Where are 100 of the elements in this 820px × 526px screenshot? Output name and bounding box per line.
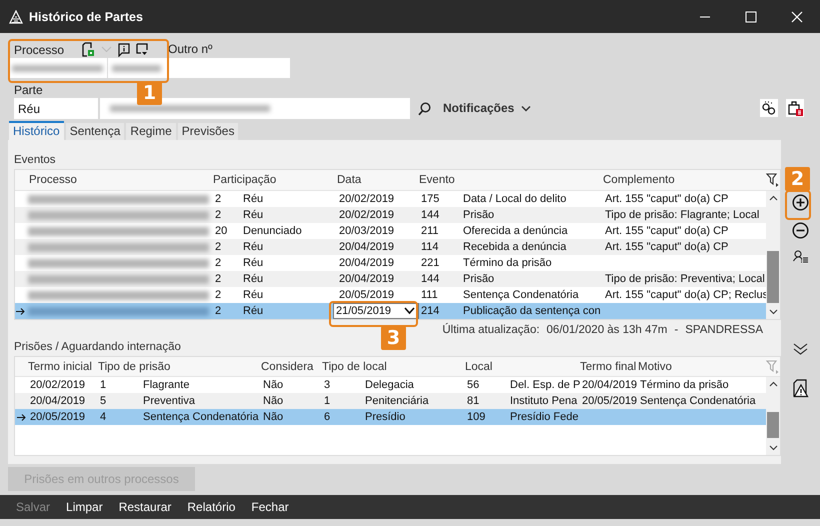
table-cell-text: 2 (214, 209, 222, 221)
table-cell-text: 20/04/2019 (338, 257, 396, 269)
column-header[interactable]: Tipo de local (322, 360, 465, 372)
table-row[interactable]: 2 Réu 20/04/2019 114 Recebida a denúncia Art. 155 "caput" do(a) CP (15, 239, 766, 255)
table-cell-text: Data / Local do delito (462, 193, 568, 205)
table-cell-text: 109 (466, 411, 486, 423)
table-cell-text: Tipo de prisão: Preventiva; Local (604, 273, 766, 285)
table-cell-text: 2 (214, 257, 222, 269)
table-cell-text: 1 (323, 395, 332, 407)
table-cell-text: 114 (420, 241, 440, 253)
table-cell-text: Tipo de prisão: Flagrante; Local (604, 209, 760, 221)
table-cell-text: Publicação da sentença con (462, 305, 602, 317)
table-cell-text: 20/02/2019 (338, 209, 396, 221)
table-cell-text: 20/04/2019 (581, 379, 638, 391)
callout-badge: 2 (785, 167, 810, 191)
status-text: 06/01/2020 às 13h 47m (546, 324, 668, 338)
column-header[interactable]: Termo final (580, 360, 638, 372)
table-cell-text: Art. 155 "caput" do(a) CP (604, 193, 730, 205)
field-label: Parte (13, 82, 44, 98)
input-field[interactable]: Réu (14, 98, 98, 119)
window-title: Histórico de Partes (29, 10, 144, 24)
table-cell-text: Não (262, 395, 284, 407)
column-header[interactable]: Participação (213, 174, 337, 186)
table-cell-text: 2 (214, 305, 222, 317)
column-header[interactable]: Data (337, 174, 419, 186)
column-header[interactable]: Considera (261, 360, 322, 372)
table-cell-text: 2 (214, 193, 222, 205)
table-row[interactable]: 20/02/2019 1 Flagrante Não 3 Delegacia 56 Del. Esp. de P 20/04/2019 Término da prisão (15, 377, 766, 393)
table-row[interactable]: 20 Denunciado 20/03/2019 211 Oferecida a denúncia Art. 155 "caput" do(a) CP (15, 223, 766, 239)
table-cell-text: Flagrante (142, 379, 190, 391)
table-cell-text: Penitenciária (364, 395, 430, 407)
table-cell-text: Recebida a denúncia (462, 241, 568, 253)
table-cell-text: Término da prisão (462, 257, 553, 269)
table-cell-text: Del. Esp. de P (509, 379, 580, 391)
table-cell-text: 111 (420, 289, 439, 301)
section-label: Prisões / Aguardando internação (14, 340, 182, 354)
table-cell-text: Réu (242, 273, 264, 285)
column-header[interactable]: Processo (29, 174, 213, 186)
callout-badge: 3 (381, 326, 406, 350)
table-cell-text: Delegacia (364, 379, 415, 391)
table-cell-text: 144 (420, 209, 440, 221)
table-cell-text: Prisão (462, 273, 496, 285)
column-header[interactable]: Tipo de prisão (98, 360, 261, 372)
footer-button[interactable]: Relatório (179, 495, 244, 519)
table-cell-text: 144 (420, 273, 440, 285)
column-header[interactable]: Evento (419, 174, 603, 186)
table-cell-text: 214 (420, 305, 440, 317)
column-header[interactable]: Motivo (638, 360, 766, 372)
tab[interactable]: Sentença (66, 123, 124, 140)
table-cell-text: 20/04/2019 (29, 395, 86, 407)
tab[interactable]: Previsões (178, 123, 238, 140)
table-cell-text: Réu (242, 257, 264, 269)
tab[interactable]: Histórico (9, 121, 64, 140)
tab[interactable]: Regime (126, 123, 176, 140)
table-cell-text: Réu (242, 209, 264, 221)
column-header[interactable]: Local (465, 360, 580, 372)
column-header[interactable]: Complemento (603, 174, 766, 186)
table-cell-text: Réu (242, 241, 264, 253)
table-cell-text: 6 (323, 411, 332, 423)
table-row[interactable]: 2 Réu 20/02/2019 144 Prisão Tipo de prisão: Flagrante; Local (15, 207, 766, 223)
table-cell-text: Sentença Condenatória (462, 289, 580, 301)
table-cell-text: 211 (420, 225, 440, 237)
table-row[interactable]: 2 Réu 20/02/2019 175 Data / Local do delito Art. 155 "caput" do(a) CP (15, 191, 766, 207)
table-row[interactable]: 2 Réu 21/05/2019 214 Publicação da sentença con (15, 303, 766, 319)
table-cell-text: Presídio Fede (509, 411, 580, 423)
table-cell-text: 2 (214, 273, 222, 285)
footer-button[interactable]: Fechar (243, 495, 297, 519)
table-cell-text: Preventiva (142, 395, 196, 407)
table-cell-text: 20/03/2019 (338, 225, 396, 237)
table-row[interactable]: 20/04/2019 5 Preventiva Não 1 Penitenciária 81 Instituto Pena 20/05/2019 Sentença Condenatória (15, 393, 766, 409)
table-cell-text: Art. 155 "caput" do(a) CP (604, 241, 730, 253)
table-cell-text: Não (262, 411, 284, 423)
table-cell-text: Denunciado (242, 225, 303, 237)
notifications-dropdown[interactable]: Notificações (443, 101, 532, 115)
table-cell-text: 20/05/2019 (581, 395, 638, 407)
status-text: - (674, 324, 678, 338)
table-cell-text: Instituto Pena (509, 395, 578, 407)
date-field[interactable]: 21/05/2019 (333, 303, 419, 319)
table-cell-text: 81 (466, 395, 480, 407)
status-text: SPANDRESSA (685, 324, 763, 338)
section-label: Eventos (14, 153, 57, 167)
table-row[interactable]: 2 Réu 20/04/2019 144 Prisão Tipo de prisão: Preventiva; Local (15, 271, 766, 287)
table-cell-text: 56 (466, 379, 480, 391)
table-cell-text: 20/05/2019 (338, 289, 396, 301)
table-cell-text: 20 (214, 225, 228, 237)
table-row[interactable]: 20/05/2019 4 Sentença Condenatória Não 6 Presídio 109 Presídio Fede (15, 409, 766, 425)
table-cell-text: Oferecida a denúncia (462, 225, 569, 237)
table-cell-text: 2 (214, 289, 222, 301)
table-cell-text: Sentença Condenatória (639, 395, 757, 407)
table-cell-text: 1 (99, 379, 108, 391)
table-cell-text: 221 (420, 257, 440, 269)
table-cell-text: 2 (214, 241, 222, 253)
footer-button[interactable]: Restaurar (110, 495, 180, 519)
table-row[interactable]: 2 Réu 20/04/2019 221 Término da prisão (15, 255, 766, 271)
column-header[interactable]: Termo inicial (28, 360, 98, 372)
field-label: Processo (13, 42, 66, 58)
table-cell-text: Réu (242, 305, 264, 317)
table-cell-text: 20/04/2019 (338, 241, 396, 253)
footer-button[interactable]: Limpar (58, 495, 111, 519)
table-cell-text: 20/02/2019 (29, 379, 86, 391)
